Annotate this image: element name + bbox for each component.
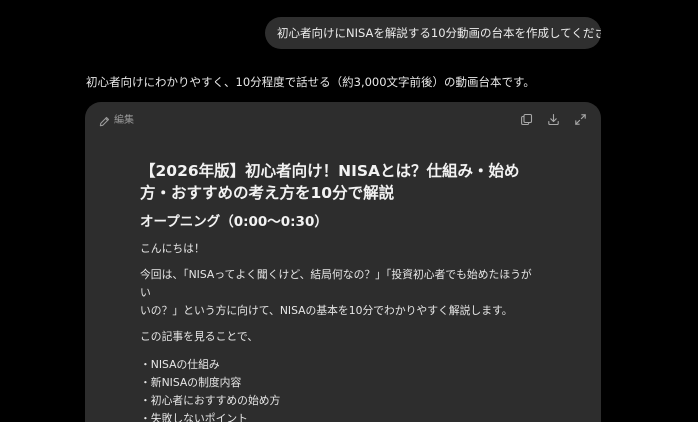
list-item: ・NISAの仕組み — [140, 358, 220, 371]
list-item: ・失敗しないポイント — [140, 412, 248, 422]
document-title: 【2026年版】初心者向け！NISAとは？仕組み・始め 方・おすすめの考え方を1… — [140, 160, 540, 204]
document-body: 【2026年版】初心者向け！NISAとは？仕組み・始め 方・おすすめの考え方を1… — [140, 160, 540, 422]
pencil-icon — [99, 116, 110, 127]
intro-paragraph-line-2: いの？」という方に向けて、NISAの基本を10分でわかりやすく解説します。 — [140, 304, 513, 317]
greeting-paragraph: こんにちは！ — [140, 242, 205, 255]
user-message-text: 初心者向けにNISAを解説する10分動画の台本を作成してください — [277, 26, 601, 40]
canvas-document-card: 編集 【2026年版】初心者向け！NISAとは？仕組み・始め 方・おすすめの考え… — [85, 102, 601, 422]
canvas-toolbar: 編集 — [85, 102, 601, 140]
section-heading: オープニング（0:00〜0:30） — [140, 214, 328, 230]
lead-paragraph: この記事を見ることで、 — [140, 330, 259, 343]
topic-list: ・NISAの仕組み ・新NISAの制度内容 ・初心者におすすめの始め方 ・失敗し… — [140, 356, 540, 422]
document-title-line-1: 【2026年版】初心者向け！NISAとは？仕組み・始め — [140, 162, 520, 180]
intro-paragraph-line-1: 今回は、「NISAってよく聞くけど、結局何なの？」「投資初心者でも始めたほうがい — [140, 268, 532, 299]
intro-paragraph: 今回は、「NISAってよく聞くけど、結局何なの？」「投資初心者でも始めたほうがい… — [140, 266, 540, 320]
expand-icon[interactable] — [574, 113, 587, 126]
copy-icon[interactable] — [520, 113, 533, 126]
edit-label: 編集 — [114, 115, 134, 126]
download-icon[interactable] — [547, 113, 560, 126]
list-item: ・初心者におすすめの始め方 — [140, 394, 281, 407]
edit-button[interactable]: 編集 — [99, 113, 134, 129]
chat-page: 初心者向けにNISAを解説する10分動画の台本を作成してください 初心者向けにわ… — [0, 0, 698, 422]
list-item: ・新NISAの制度内容 — [140, 376, 242, 389]
assistant-intro-text: 初心者向けにわかりやすく、10分程度で話せる（約3,000文字前後）の動画台本で… — [86, 75, 535, 89]
user-message-bubble: 初心者向けにNISAを解説する10分動画の台本を作成してください — [265, 17, 601, 49]
canvas-actions — [520, 113, 587, 126]
document-title-line-2: 方・おすすめの考え方を10分で解説 — [140, 184, 395, 202]
